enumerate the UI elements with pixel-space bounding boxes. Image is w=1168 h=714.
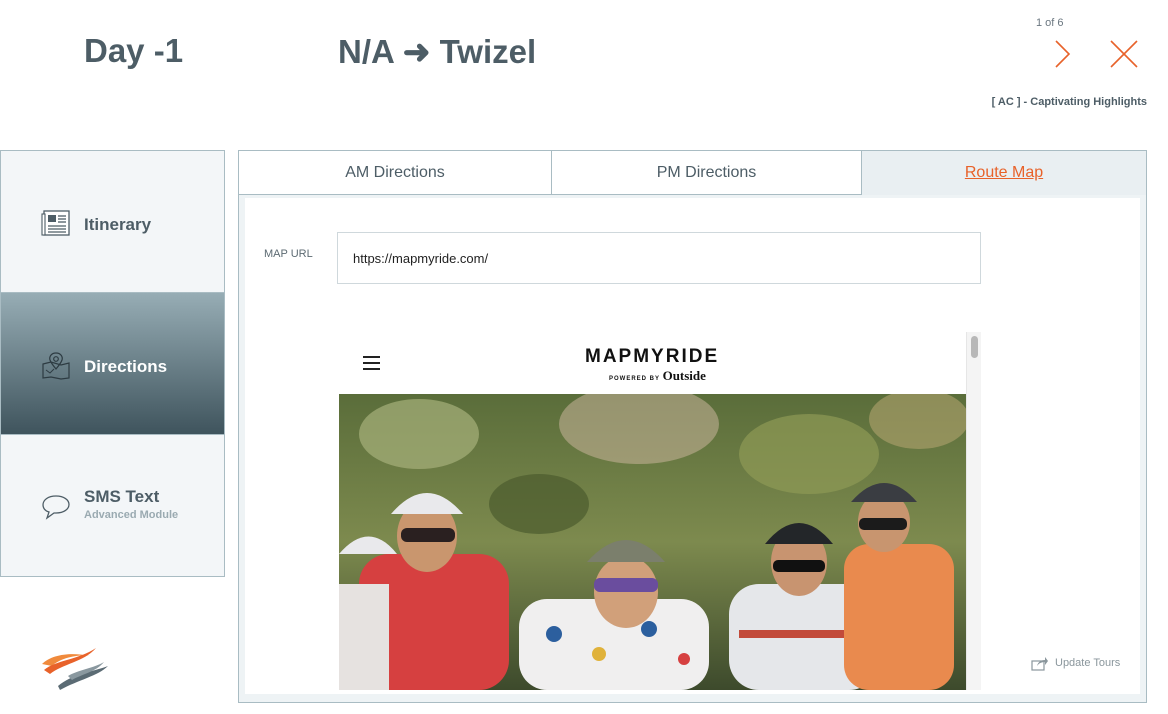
sidebar-item-sublabel: Advanced Module [84,509,179,521]
tab-route-map[interactable]: Route Map [862,151,1146,195]
map-url-label: MAP URL [264,248,313,260]
sidebar-item-directions[interactable]: Directions [1,293,224,435]
scrollbar-thumb[interactable] [971,336,978,358]
sidebar-item-label: SMS Text [84,487,160,506]
sidebar-item-label: Directions [84,357,168,376]
share-arrow-icon [1031,656,1048,671]
company-logo [42,648,108,690]
tour-editor-page: Day -1 N/A ➜ Twizel 1 of 6 [ AC ] - Capt… [0,0,1168,714]
close-button[interactable] [1108,38,1140,70]
tab-am-directions[interactable]: AM Directions [239,151,552,195]
chevron-right-icon [1055,40,1071,68]
page-counter: 1 of 6 [1036,17,1064,29]
map-pin-icon [42,352,70,380]
chat-bubble-icon [42,495,70,520]
sidebar-item-itinerary[interactable]: Itinerary [1,151,224,293]
directions-panel: AM Directions PM Directions Route Map MA… [238,150,1147,703]
hamburger-menu-icon[interactable] [363,356,380,370]
update-tours-button[interactable]: Update Tours [1031,654,1120,672]
itinerary-icon [41,210,70,236]
sidebar: Itinerary Directions SMS Text Advanced M… [0,150,225,577]
cyclists-hero-image [339,394,966,690]
map-url-input[interactable] [337,232,981,284]
next-day-button[interactable] [1050,38,1076,70]
mapmyride-logo: MAPMYRIDE [585,346,720,367]
route-title: N/A ➜ Twizel [338,33,537,70]
embed-header: MAPMYRIDE POWERED BY Outside [339,332,966,394]
mapmyride-powered-by: POWERED BY Outside [609,368,706,383]
sidebar-item-sms-text[interactable]: SMS Text Advanced Module [1,435,224,576]
update-tours-label: Update Tours [1055,657,1121,669]
route-map-content: MAP URL MAPMYRIDE POWERED BY Outside [245,198,1140,694]
day-title: Day -1 [84,32,184,69]
tour-name-label: [ AC ] - Captivating Highlights [991,96,1147,108]
embed-scrollbar[interactable] [966,332,981,690]
tab-pm-directions[interactable]: PM Directions [552,151,862,195]
close-icon [1110,40,1138,68]
tab-bar: AM Directions PM Directions Route Map [239,151,1146,195]
map-embed-frame[interactable]: MAPMYRIDE POWERED BY Outside [339,332,981,690]
sidebar-item-label: Itinerary [84,215,152,234]
